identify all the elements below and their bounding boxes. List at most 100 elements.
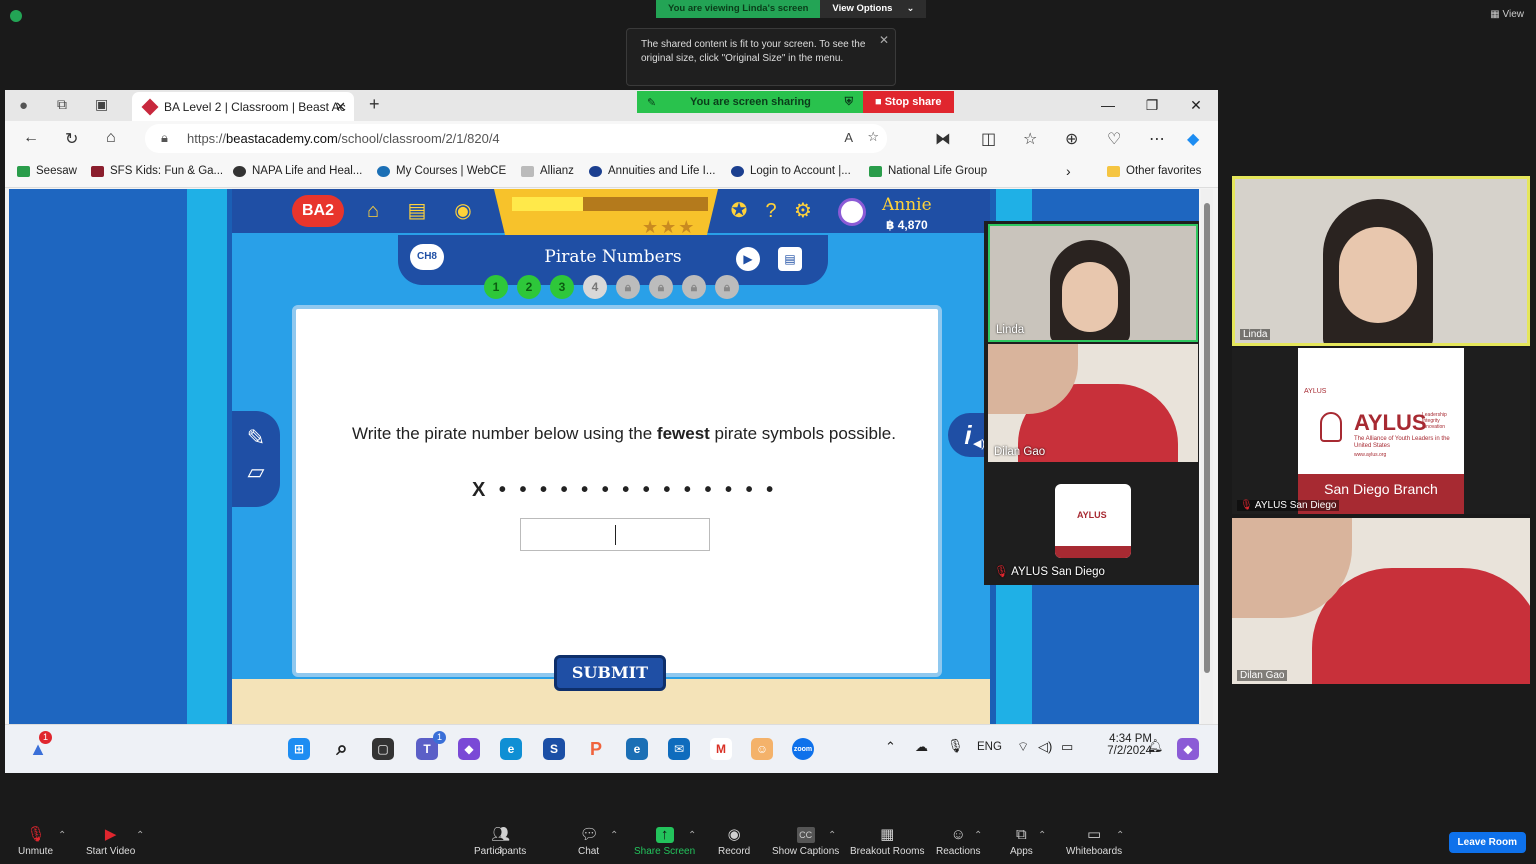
user-avatar[interactable]	[838, 198, 866, 226]
favorites-icon[interactable]: ☆	[1023, 129, 1037, 149]
view-options-button[interactable]: View Options ⌄	[820, 0, 927, 18]
windows-start-icon[interactable]: ⊞	[288, 738, 310, 760]
task-view-icon[interactable]: ▢	[372, 738, 394, 760]
favorite-star-icon[interactable]: ☆	[867, 129, 879, 145]
stop-share-button[interactable]: ■ Stop share	[863, 91, 954, 113]
guide-book-icon[interactable]: ▤	[778, 247, 802, 271]
chevron-up-icon[interactable]: ⌃	[1116, 830, 1124, 841]
bell-icon[interactable]: 🔔︎	[1147, 738, 1164, 754]
tab-actions-icon[interactable]: ▣	[95, 96, 108, 113]
ie-icon[interactable]: e	[626, 738, 648, 760]
apps-button[interactable]: ⧉ Apps	[1010, 827, 1033, 858]
more-icon[interactable]: ⋯	[1149, 129, 1165, 149]
gallery-video-dilan[interactable]: Dilan Gao	[1232, 518, 1530, 684]
page-scrollbar[interactable]	[1201, 189, 1213, 724]
app-s-icon[interactable]: S	[543, 738, 565, 760]
gmail-icon[interactable]: M	[710, 738, 732, 760]
gallery-video-aylus[interactable]: AYLUS AYLUS Leadership Integrity Innovat…	[1232, 348, 1530, 514]
bookmark-webce[interactable]: My Courses | WebCE	[377, 165, 506, 177]
security-shield-icon[interactable]	[10, 10, 22, 22]
chevron-up-icon[interactable]: ⌃	[974, 830, 982, 841]
app-character-icon[interactable]: ☺	[751, 738, 773, 760]
bookmark-login[interactable]: Login to Account |...	[731, 165, 851, 177]
settings-gear-icon[interactable]: ⚙	[790, 198, 816, 224]
battery-icon[interactable]: ▭	[1061, 739, 1073, 755]
search-icon[interactable]: ⌕	[331, 738, 353, 760]
bookmark-annuities[interactable]: Annuities and Life I...	[589, 165, 715, 177]
chevron-up-icon[interactable]: ⌃	[1038, 830, 1046, 841]
chevron-up-icon[interactable]: ⌃	[610, 830, 618, 841]
profile-icon[interactable]: ●	[19, 97, 28, 114]
workspaces-icon[interactable]: ⧉	[57, 96, 67, 113]
close-icon[interactable]: ✕	[879, 33, 889, 47]
home-nav-icon[interactable]: ⌂	[360, 198, 386, 224]
clock[interactable]: 4:34 PM 7/2/2024	[1098, 733, 1152, 757]
chevron-up-icon[interactable]: ⌃	[58, 830, 66, 841]
minimize-icon[interactable]: —	[1086, 90, 1130, 121]
chevron-up-icon[interactable]: ⌃	[136, 830, 144, 841]
bookmark-napa[interactable]: NAPA Life and Heal...	[233, 165, 362, 177]
close-window-icon[interactable]: ✕	[1174, 90, 1218, 121]
read-aloud-icon[interactable]: A	[844, 130, 853, 145]
bookmark-national-life[interactable]: National Life Group	[869, 165, 987, 177]
chat-button[interactable]: 💬︎ Chat	[578, 827, 599, 858]
wifi-icon[interactable]: ⌔	[1017, 739, 1029, 755]
copilot-pre-icon[interactable]: ◆	[1177, 738, 1199, 760]
overlay-video-linda[interactable]: Linda	[988, 224, 1198, 342]
leave-room-button[interactable]: Leave Room	[1448, 832, 1526, 853]
pencil-icon[interactable]: ✎	[232, 425, 280, 451]
copilot-icon[interactable]: ◆	[1187, 129, 1199, 149]
ba-logo[interactable]: BA2	[292, 195, 344, 227]
level-dot-4[interactable]: 4	[583, 275, 607, 299]
help-icon[interactable]: ?	[758, 198, 784, 224]
play-icon[interactable]: ▶	[736, 247, 760, 271]
chevron-up-icon[interactable]: ⌃	[688, 830, 696, 841]
view-button[interactable]: ▦ View	[1490, 9, 1524, 20]
bookmark-seesaw[interactable]: Seesaw	[17, 165, 77, 177]
breakout-rooms-button[interactable]: ▦ Breakout Rooms	[850, 827, 924, 858]
restore-icon[interactable]: ❐	[1130, 90, 1174, 121]
lock-icon[interactable]: 🔒︎	[161, 130, 168, 146]
answer-input[interactable]	[520, 518, 710, 551]
tab-active[interactable]: BA Level 2 | Classroom | Beast Ac ✕	[132, 92, 354, 121]
share-screen-button[interactable]: ↑ Share Screen	[634, 827, 695, 858]
zoom-app-icon[interactable]: zoom	[792, 738, 814, 760]
back-icon[interactable]: ←	[23, 129, 39, 147]
video-camera-icon[interactable]: ◉	[450, 198, 476, 224]
app-p-icon[interactable]: P	[585, 738, 607, 760]
split-screen-icon[interactable]: ◫	[981, 129, 996, 149]
collections-icon[interactable]: ⊕	[1065, 129, 1078, 149]
eraser-icon[interactable]: ▱	[232, 459, 280, 485]
copilot-app-icon[interactable]: ◆	[458, 738, 480, 760]
level-dot-1[interactable]: 1	[484, 275, 508, 299]
chapter-badge[interactable]: CH8	[410, 244, 444, 270]
onedrive-icon[interactable]: ☁	[915, 739, 928, 755]
tab-close-icon[interactable]: ✕	[335, 99, 346, 115]
chevron-right-icon[interactable]: ›	[1066, 163, 1071, 179]
show-hidden-icons[interactable]: ⌃	[885, 739, 896, 755]
other-favorites[interactable]: Other favorites	[1107, 165, 1201, 177]
extensions-icon[interactable]: ⧓	[935, 129, 951, 149]
refresh-icon[interactable]: ↻	[65, 129, 78, 149]
url-input[interactable]: 🔒︎ https://beastacademy.com/school/class…	[145, 124, 887, 153]
language-indicator[interactable]: ENG	[977, 741, 1002, 753]
bookmark-sfs-kids[interactable]: SFS Kids: Fun & Ga...	[91, 165, 223, 177]
book-icon[interactable]: ▤	[404, 198, 430, 224]
user-name[interactable]: Annie	[882, 195, 932, 215]
microphone-icon[interactable]: 🎙︎	[947, 738, 964, 754]
browser-essentials-icon[interactable]: ♡	[1107, 129, 1121, 149]
home-icon[interactable]: ⌂	[106, 129, 116, 147]
unmute-button[interactable]: 🎙︎ Unmute	[18, 827, 53, 858]
record-button[interactable]: ◉ Record	[718, 827, 750, 858]
level-dot-3[interactable]: 3	[550, 275, 574, 299]
bookmark-allianz[interactable]: Allianz	[521, 165, 574, 177]
start-video-button[interactable]: ▶ Start Video	[86, 827, 135, 858]
level-dot-2[interactable]: 2	[517, 275, 541, 299]
chevron-up-icon[interactable]: ⌃	[828, 830, 836, 841]
volume-icon[interactable]: ◁)	[1038, 739, 1052, 755]
overlay-video-dilan[interactable]: Dilan Gao	[988, 344, 1198, 462]
new-tab-icon[interactable]: +	[369, 94, 380, 115]
pin-icon[interactable]: ✎	[647, 96, 656, 109]
edge-icon[interactable]: e	[500, 738, 522, 760]
badge-icon[interactable]: ✪	[726, 198, 752, 224]
